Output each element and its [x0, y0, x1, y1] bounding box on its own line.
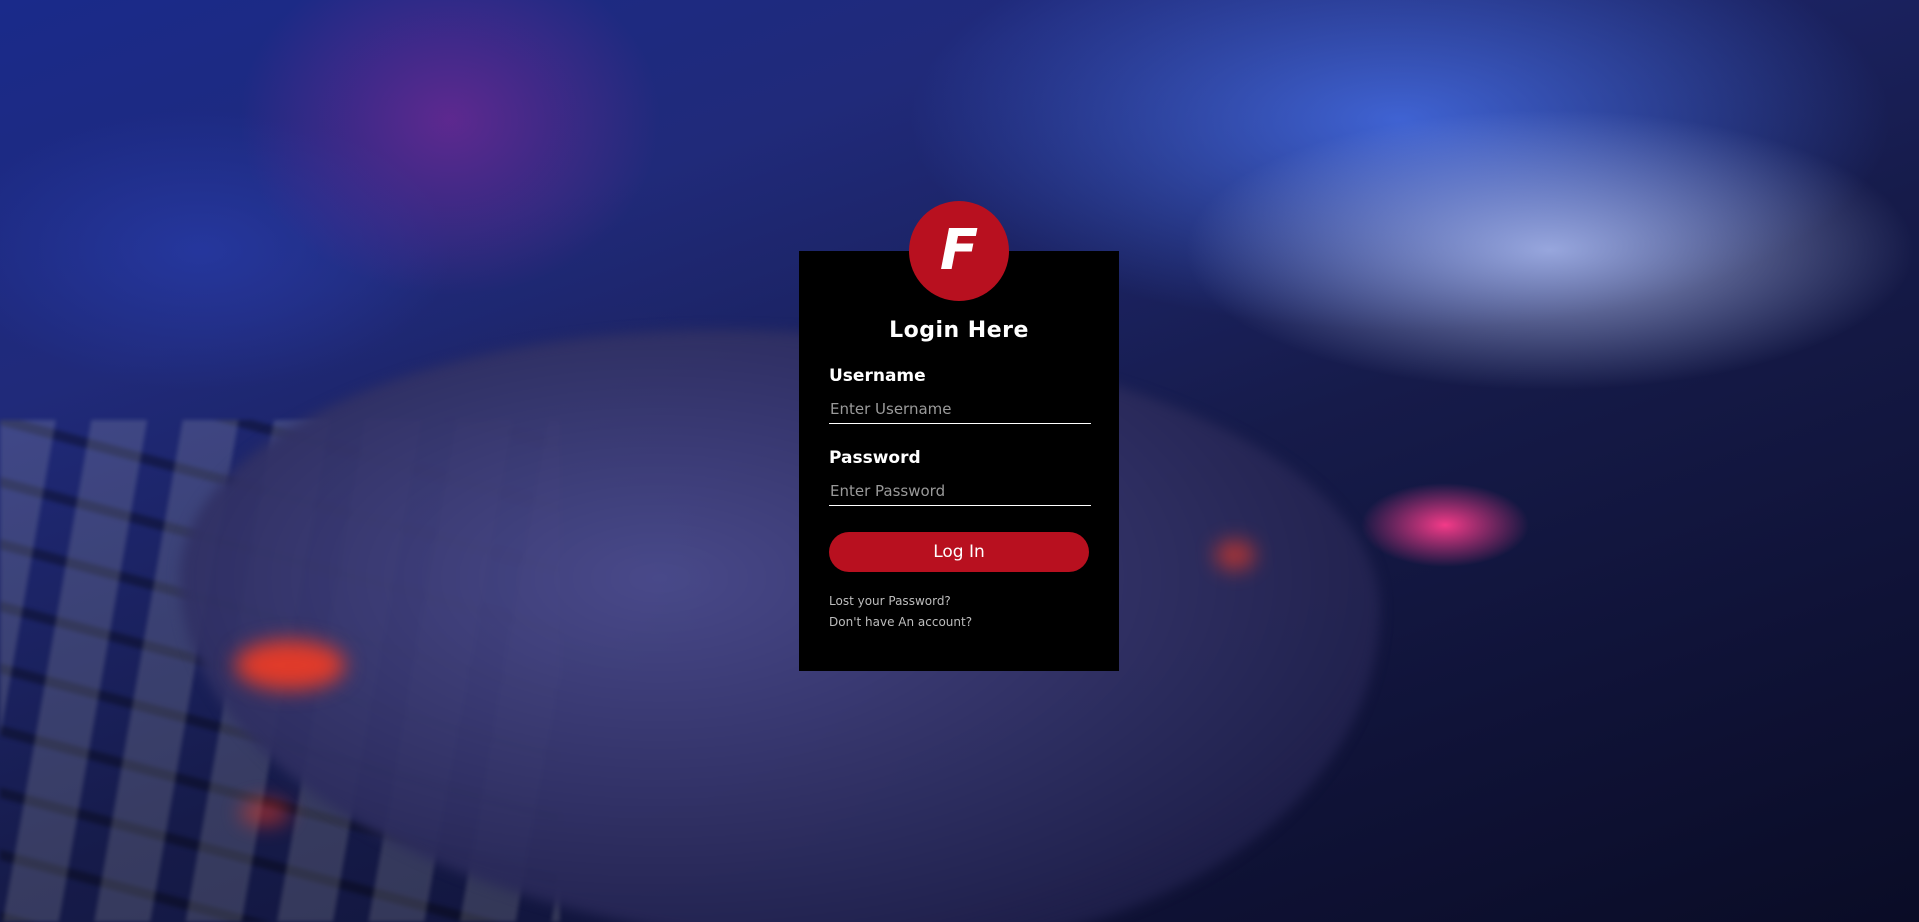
- lost-password-link[interactable]: Lost your Password?: [829, 594, 951, 608]
- login-title: Login Here: [889, 318, 1029, 343]
- password-label: Password: [829, 448, 921, 468]
- brand-logo: F: [909, 201, 1009, 301]
- username-input[interactable]: [829, 394, 1091, 424]
- logo-letter: F: [939, 218, 979, 283]
- key-glow: [240, 800, 290, 825]
- login-button[interactable]: Log In: [829, 532, 1089, 572]
- signup-link[interactable]: Don't have An account?: [829, 615, 972, 629]
- password-input[interactable]: [829, 476, 1091, 506]
- key-glow: [235, 640, 345, 690]
- key-glow: [1215, 540, 1255, 570]
- username-label: Username: [829, 366, 926, 386]
